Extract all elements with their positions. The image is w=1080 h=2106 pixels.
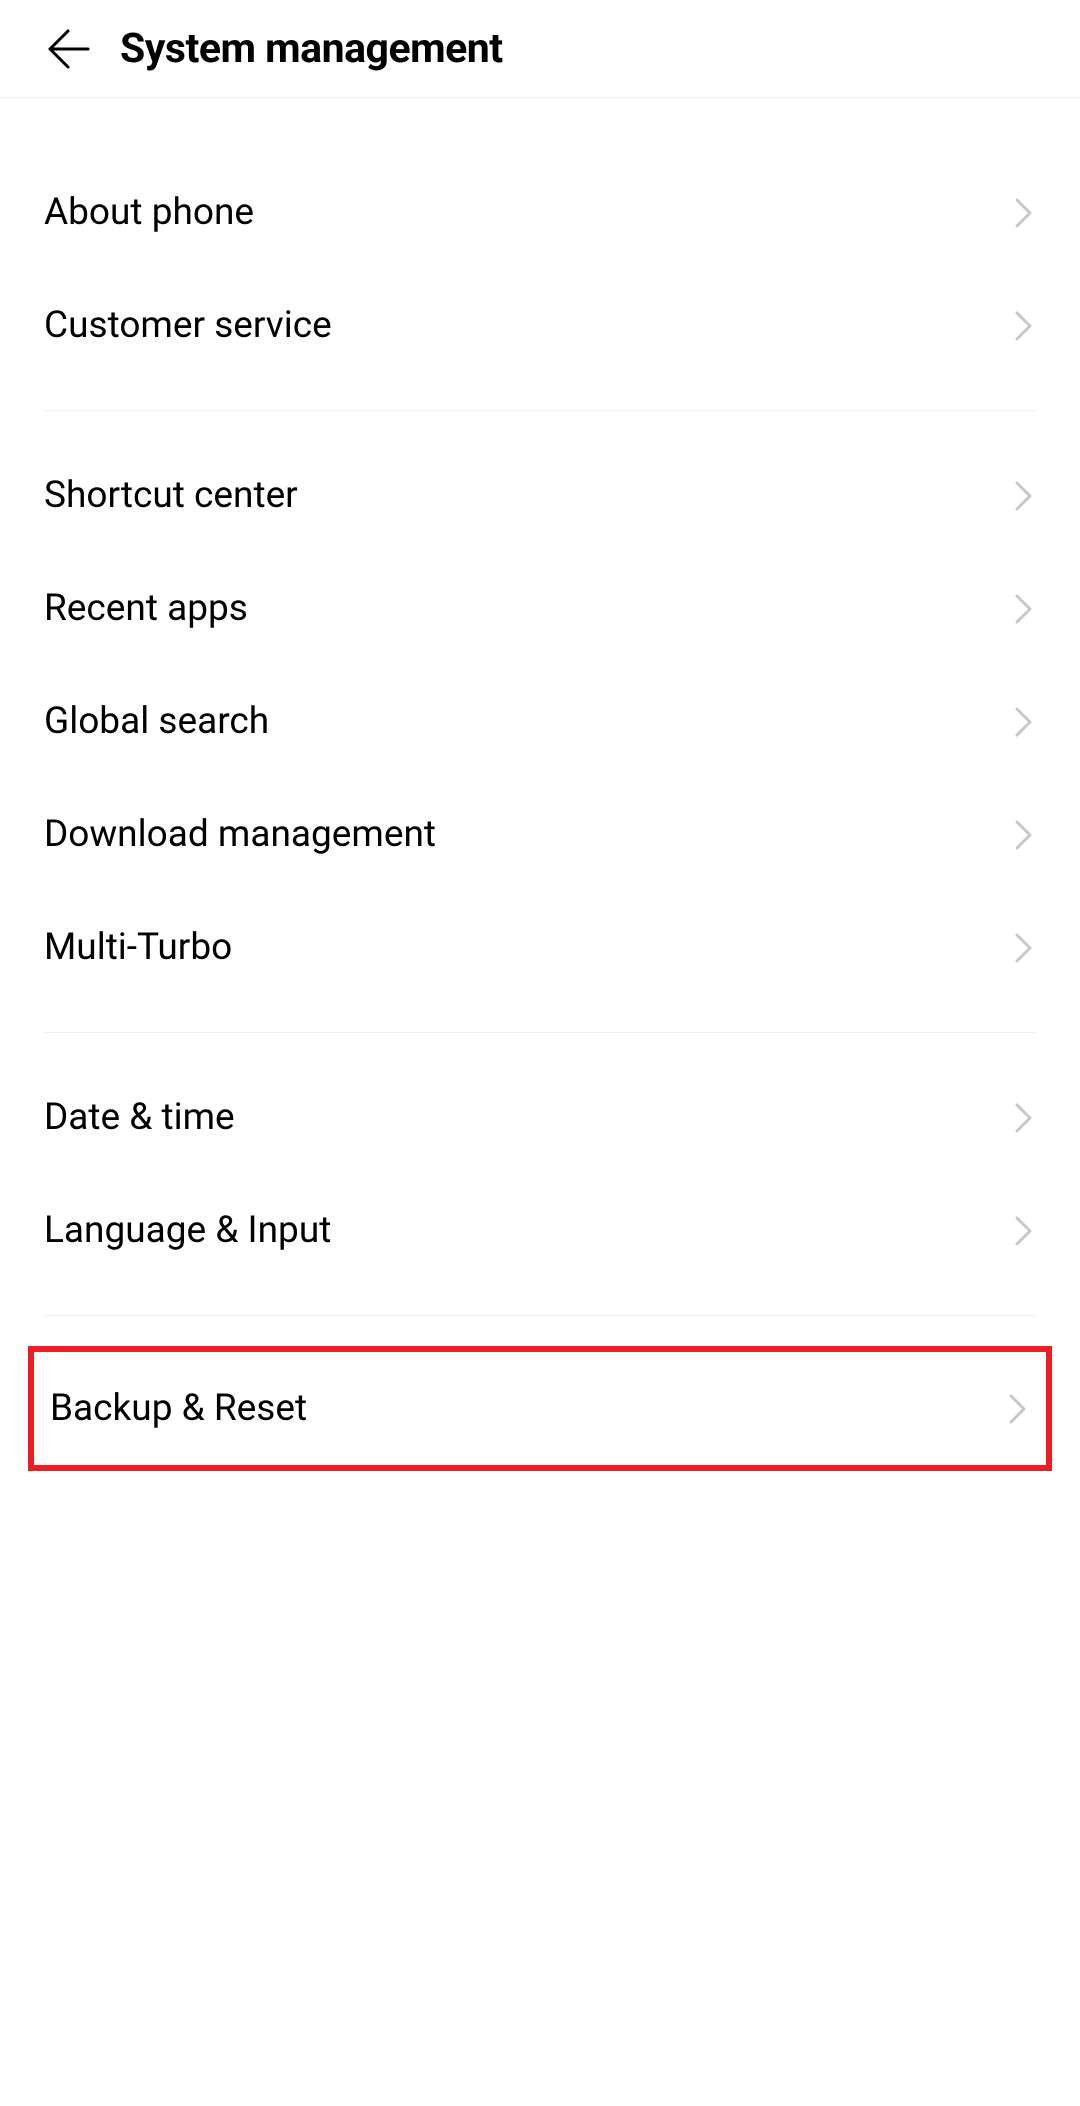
list-item-label: Customer service [44,304,332,347]
list-item-label: Shortcut center [44,474,298,517]
divider [44,1032,1036,1033]
list-item-label: About phone [44,191,254,234]
chevron-right-icon [1012,936,1036,960]
language-input-item[interactable]: Language & Input [44,1174,1036,1287]
multi-turbo-item[interactable]: Multi-Turbo [44,891,1036,1004]
shortcut-center-item[interactable]: Shortcut center [44,439,1036,552]
download-management-item[interactable]: Download management [44,778,1036,891]
section-group-3: Date & time Language & Input [0,1061,1080,1287]
highlighted-item-box: Backup & Reset [28,1346,1052,1471]
chevron-right-icon [1012,1219,1036,1243]
page-title: System management [120,25,503,73]
back-icon[interactable] [44,25,92,73]
list-item-label: Recent apps [44,587,248,630]
chevron-right-icon [1006,1397,1030,1421]
list-item-label: Download management [44,813,436,856]
divider [44,410,1036,411]
backup-reset-item[interactable]: Backup & Reset [34,1352,1046,1465]
list-item-label: Multi-Turbo [44,926,232,969]
global-search-item[interactable]: Global search [44,665,1036,778]
list-item-label: Language & Input [44,1209,331,1252]
chevron-right-icon [1012,597,1036,621]
chevron-right-icon [1012,710,1036,734]
chevron-right-icon [1012,823,1036,847]
list-item-label: Backup & Reset [50,1387,307,1430]
section-group-2: Shortcut center Recent apps Global searc… [0,439,1080,1004]
date-time-item[interactable]: Date & time [44,1061,1036,1174]
header: System management [0,0,1080,98]
chevron-right-icon [1012,201,1036,225]
section-group-1: About phone Customer service [0,156,1080,382]
chevron-right-icon [1012,314,1036,338]
list-item-label: Global search [44,700,269,743]
settings-list: About phone Customer service Shortcut ce… [0,98,1080,1471]
chevron-right-icon [1012,484,1036,508]
chevron-right-icon [1012,1106,1036,1130]
divider [44,1315,1036,1316]
customer-service-item[interactable]: Customer service [44,269,1036,382]
about-phone-item[interactable]: About phone [44,156,1036,269]
recent-apps-item[interactable]: Recent apps [44,552,1036,665]
list-item-label: Date & time [44,1096,235,1139]
